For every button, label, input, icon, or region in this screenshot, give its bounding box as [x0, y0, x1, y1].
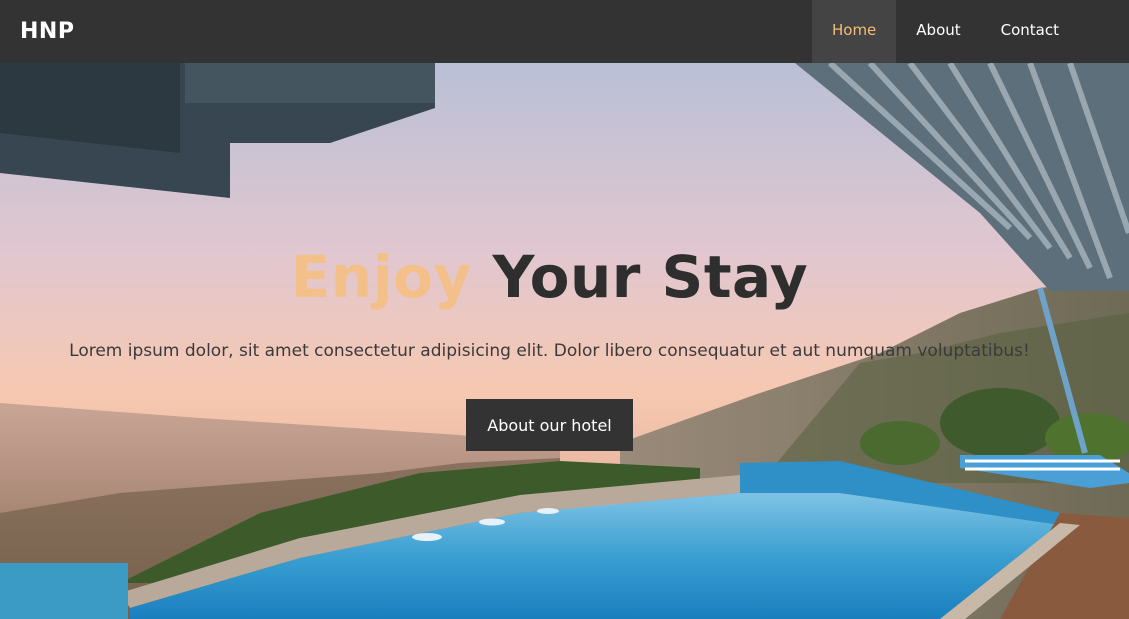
hero-section: Enjoy Your Stay Lorem ipsum dolor, sit a… [0, 63, 1129, 619]
navbar: HNP Home About Contact [0, 0, 1129, 63]
hero-subtitle: Lorem ipsum dolor, sit amet consectetur … [69, 341, 1030, 361]
nav-link-about[interactable]: About [896, 0, 980, 63]
about-hotel-button[interactable]: About our hotel [466, 399, 633, 451]
nav-link-home[interactable]: Home [811, 0, 897, 63]
nav-link-contact[interactable]: Contact [981, 0, 1079, 63]
hero-title: Enjoy Your Stay [0, 243, 1099, 311]
hero-title-rest: Your Stay [492, 243, 809, 311]
nav-menu: Home About Contact [811, 0, 1079, 63]
site-logo[interactable]: HNP [20, 0, 74, 63]
hero-title-accent: Enjoy [290, 243, 472, 311]
